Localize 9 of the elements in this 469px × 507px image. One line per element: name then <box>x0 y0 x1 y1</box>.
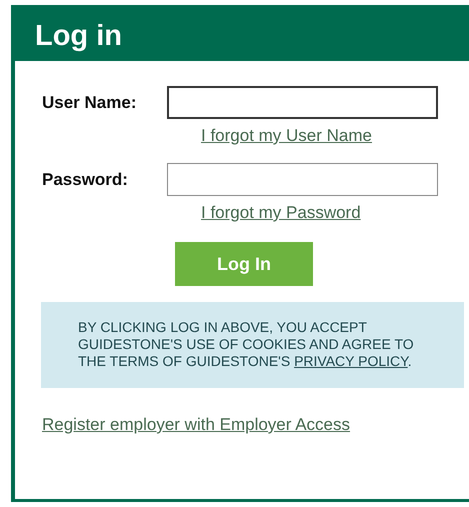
field-label: Password: <box>42 168 129 191</box>
consent-notice: BY CLICKING LOG IN ABOVE, YOU ACCEPT GUIDESTONE'S USE OF COOKIES AND AGREE TO THE TERMS OF GUIDESTONE'S PRIVACY POLICY. <box>41 302 464 388</box>
field-label: User Name: <box>42 92 138 114</box>
forgot-link[interactable]: I forgot my User Name <box>201 126 372 145</box>
password-field[interactable] <box>167 163 438 196</box>
forgot-link[interactable]: I forgot my Password <box>201 203 361 222</box>
privacy-policy-link[interactable]: PRIVACY POLICY <box>294 353 408 369</box>
register-employer-link[interactable]: Register employer with Employer Access <box>42 415 350 434</box>
user-name-field[interactable] <box>167 86 438 119</box>
